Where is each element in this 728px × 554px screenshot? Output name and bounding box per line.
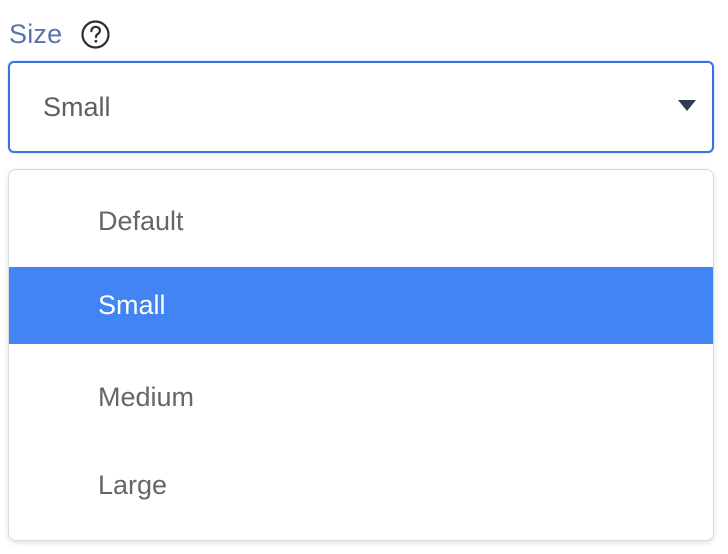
- size-select-widget: Size Small Default Small Medium Large: [0, 0, 728, 554]
- option-large[interactable]: Large: [9, 447, 713, 524]
- size-options-menu: Default Small Medium Large: [8, 169, 714, 541]
- field-header: Size: [9, 14, 111, 54]
- option-default[interactable]: Default: [9, 183, 713, 260]
- option-label: Small: [98, 290, 166, 320]
- size-select[interactable]: Small: [8, 61, 714, 153]
- option-medium[interactable]: Medium: [9, 359, 713, 436]
- option-small[interactable]: Small: [9, 267, 713, 344]
- selected-value: Small: [43, 92, 111, 122]
- option-label: Default: [98, 206, 184, 236]
- caret-down-icon[interactable]: [678, 100, 696, 111]
- question-circle-icon[interactable]: [80, 19, 111, 50]
- option-label: Medium: [98, 382, 195, 412]
- option-label: Large: [98, 470, 168, 500]
- field-label: Size: [9, 19, 63, 49]
